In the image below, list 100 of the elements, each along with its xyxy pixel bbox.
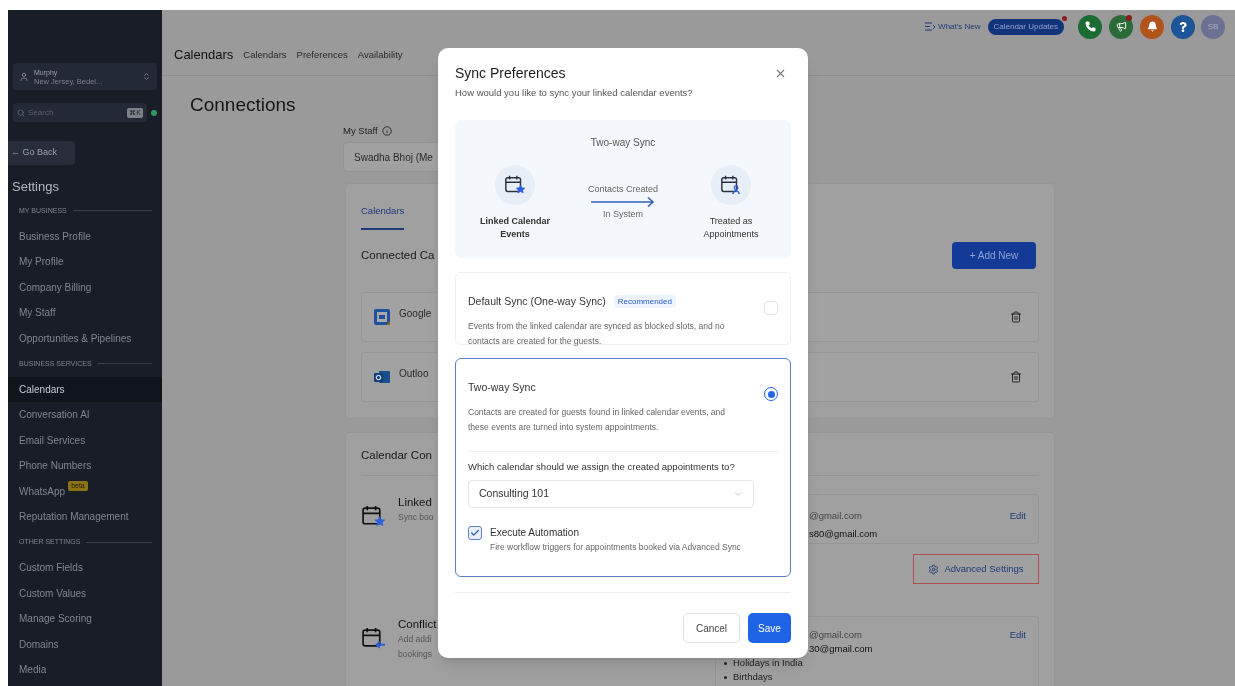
- calendar-person-icon: [720, 174, 742, 196]
- sidebar-item-label: My Profile: [19, 255, 64, 270]
- automation-checkbox[interactable]: [468, 526, 482, 540]
- edit-link[interactable]: Edit: [1009, 617, 1038, 686]
- info-icon: [381, 126, 392, 136]
- user-icon: [19, 71, 29, 82]
- sidebar-item-label: Custom Fields: [19, 561, 83, 576]
- sidebar-item-label: Conversation AI: [19, 408, 90, 423]
- chevron-down-icon: [733, 489, 743, 499]
- staff-label: My Staff: [343, 123, 378, 138]
- action-button[interactable]: [1171, 14, 1195, 39]
- section-title: Calendar Con: [361, 448, 433, 463]
- check-icon: [470, 528, 480, 538]
- dialog-subtitle: How would you like to sync your linked calendar events?: [455, 86, 694, 100]
- diagram-label: Linked Calendar Events: [479, 215, 551, 241]
- sidebar-item[interactable]: Phone Numbers: [8, 453, 162, 479]
- header-tab[interactable]: Calendars: [243, 46, 287, 65]
- option-title: Default Sync (One-way Sync): [468, 294, 606, 309]
- cancel-button[interactable]: Cancel: [683, 613, 740, 643]
- sync-option[interactable]: [455, 358, 791, 577]
- sidebar-item-label: WhatsApp: [19, 484, 66, 499]
- action-button[interactable]: [1109, 14, 1133, 39]
- save-button[interactable]: Save: [748, 613, 791, 643]
- sidebar-item[interactable]: Email Services: [8, 427, 162, 453]
- sidebar-item-label: Media: [19, 663, 47, 678]
- page-title: Connections: [190, 94, 296, 116]
- calendar-star-icon: [361, 504, 386, 529]
- sidebar-item[interactable]: My Profile: [8, 249, 162, 275]
- sidebar-item[interactable]: Domains: [8, 631, 162, 657]
- option-description: Events from the linked calendar are synced as blocked slots, and no contacts are created for the guests.: [468, 320, 726, 348]
- arrow-label: In System: [603, 208, 643, 221]
- sidebar-item[interactable]: Opportunities & Pipelines: [8, 325, 162, 351]
- sidebar-title: Settings: [11, 178, 60, 196]
- calendar-name: Holidays in India: [733, 656, 803, 670]
- sync-option[interactable]: Default Sync (One-way Sync) Recommended Events from the linked calendar are synced as blocked slots, and no contacts are created for the guests.: [455, 272, 791, 345]
- sidebar-item-label: Email Services: [19, 433, 86, 448]
- sidebar-item-label: Reputation Management: [19, 510, 129, 525]
- automation-description: Fire workflow triggers for appointments booked via Advanced Sync: [490, 541, 742, 554]
- add-new-button[interactable]: + Add New: [952, 242, 1036, 269]
- dialog-title: Sync Preferences: [455, 64, 566, 83]
- sidebar-item-label: My Staff: [19, 306, 56, 321]
- header-title: Calendars: [174, 46, 234, 65]
- recommended-badge: Recommended: [613, 294, 676, 308]
- automation-label: Execute Automation: [490, 526, 580, 540]
- calendar-arrow-icon: [361, 626, 386, 651]
- account-name: Outloo: [399, 367, 429, 381]
- phone-icon: [1084, 21, 1096, 33]
- sidebar-item[interactable]: Custom Values: [8, 580, 162, 606]
- sidebar-item[interactable]: Media: [8, 657, 162, 683]
- delete-icon[interactable]: [1010, 371, 1022, 383]
- section-title: Connected Ca: [361, 247, 435, 263]
- arrow-icon: [590, 196, 656, 208]
- mail-logo-icon: [374, 369, 390, 385]
- settings-icon: [928, 563, 940, 575]
- email-text: s80@gmail.com: [808, 527, 879, 541]
- action-button[interactable]: [1140, 14, 1164, 39]
- whats-new-label: What's New: [938, 20, 981, 33]
- diagram-label: Treated as Appointments: [702, 215, 760, 241]
- bullet-icon: [724, 675, 727, 679]
- sidebar-item-label: Opportunities & Pipelines: [19, 331, 132, 346]
- calendar-logo-icon: [374, 309, 390, 325]
- megaphone-icon: [1115, 21, 1127, 33]
- sidebar-item[interactable]: Company Billing: [8, 274, 162, 300]
- search-icon: [17, 108, 25, 117]
- bullet-icon: [724, 661, 727, 665]
- sidebar-item[interactable]: Calendars: [8, 376, 162, 402]
- header-tab[interactable]: Preferences: [296, 46, 348, 65]
- sidebar-item[interactable]: Custom Fields: [8, 555, 162, 581]
- diagram-title: Two-way Sync: [590, 136, 656, 150]
- assign-question: Which calendar should we assign the created appointments to?: [468, 460, 736, 474]
- sidebar-item-label: Phone Numbers: [19, 459, 92, 474]
- calendar-select[interactable]: Consulting 101: [468, 480, 754, 508]
- calendar-name: Birthdays: [733, 670, 773, 684]
- sidebar-item-label: Manage Scoring: [19, 612, 92, 627]
- updates-badge[interactable]: Calendar Updates: [987, 18, 1064, 35]
- delete-icon[interactable]: [1010, 311, 1022, 323]
- item-description: Add addi: [398, 633, 433, 646]
- list-icon: [925, 22, 936, 32]
- arrow-label: Contacts Created: [587, 183, 658, 196]
- item-title: Linked: [398, 495, 433, 510]
- sidebar-item[interactable]: Reputation Management: [8, 504, 162, 530]
- option-description: Contacts are created for guests found in linked calendar events, and these events are turned into system appointments.: [468, 406, 727, 434]
- edit-link[interactable]: Edit: [1009, 495, 1038, 543]
- sidebar-item[interactable]: Conversation AI: [8, 402, 162, 428]
- sidebar-item-label: Domains: [19, 637, 59, 652]
- action-button[interactable]: [1078, 14, 1102, 39]
- sidebar-item[interactable]: Manage Scoring: [8, 606, 162, 632]
- option-title: Two-way Sync: [468, 380, 536, 395]
- email-text: 30@gmail.com: [808, 642, 874, 656]
- sidebar-item-label: Company Billing: [19, 280, 92, 295]
- sidebar-item[interactable]: Business Profile: [8, 223, 162, 249]
- back-button[interactable]: ← Go Back: [8, 141, 75, 165]
- sidebar-item-label: Business Profile: [19, 229, 91, 244]
- chevrons-icon: [142, 72, 151, 81]
- whats-new-link[interactable]: What's New: [925, 20, 981, 33]
- card-tab[interactable]: Calendars: [361, 204, 405, 230]
- sidebar-item-label: Custom Values: [19, 586, 87, 601]
- sidebar-item[interactable]: My Staff: [8, 300, 162, 326]
- advanced-settings-button[interactable]: Advanced Settings: [913, 554, 1039, 584]
- header-tab[interactable]: Availability: [357, 46, 403, 65]
